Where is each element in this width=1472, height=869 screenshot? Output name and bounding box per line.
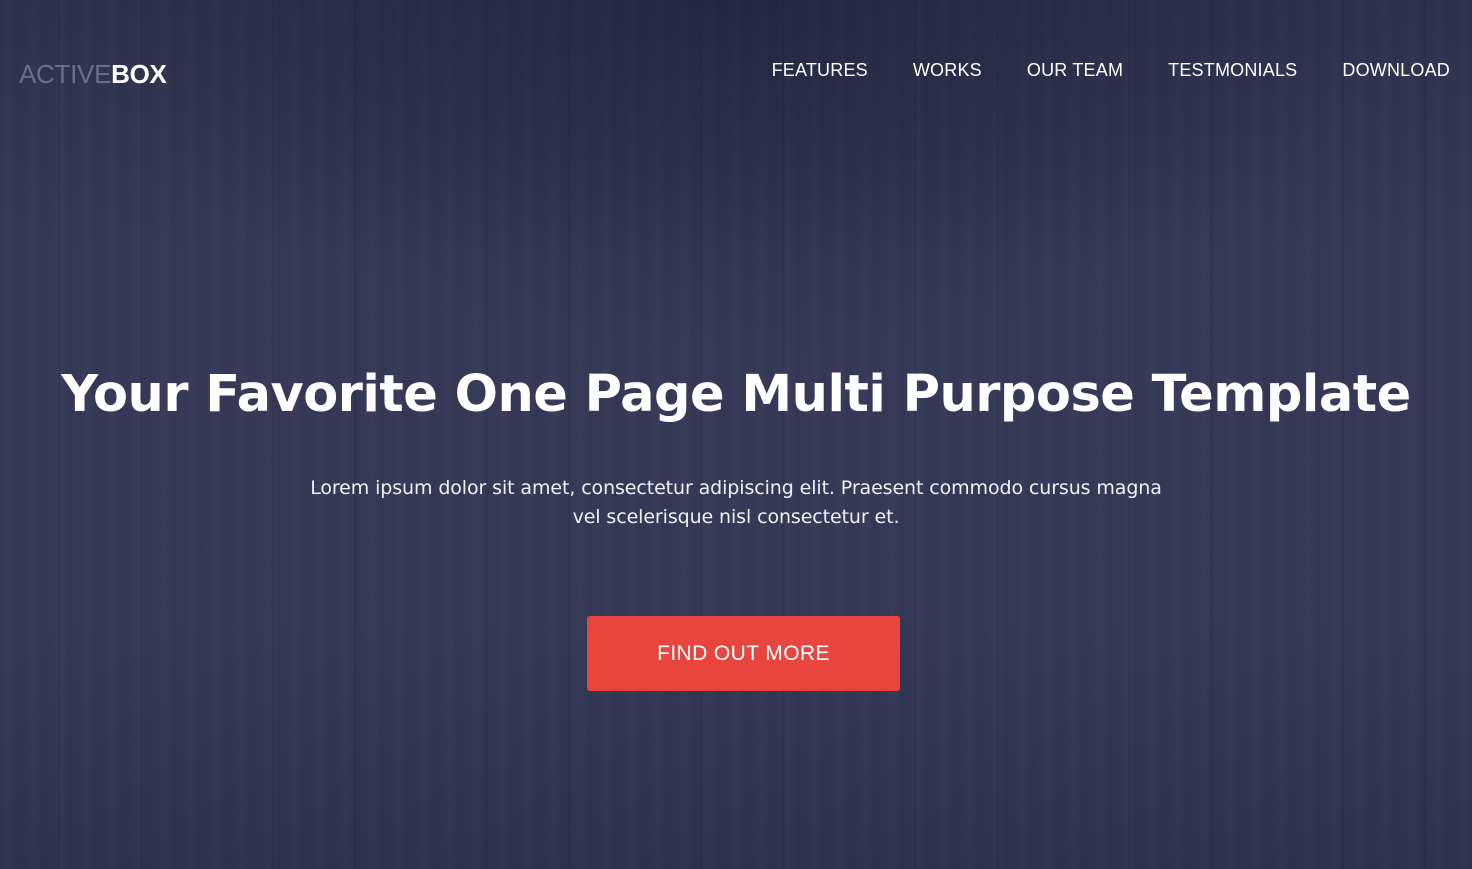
- hero-description: Lorem ipsum dolor sit amet, consectetur …: [236, 474, 1236, 532]
- nav-item-download[interactable]: DOWNLOAD: [1342, 58, 1450, 82]
- brand-logo[interactable]: ACTIVEBOX: [19, 58, 167, 90]
- brand-logo-bold-part: BOX: [111, 59, 167, 89]
- hero-section: ACTIVEBOX FEATURES WORKS OUR TEAM TESTMO…: [0, 0, 1472, 869]
- hero-description-line-1: Lorem ipsum dolor sit amet, consectetur …: [310, 477, 1162, 499]
- find-out-more-button[interactable]: FIND OUT MORE: [587, 616, 900, 691]
- brand-logo-light-part: ACTIVE: [19, 59, 112, 89]
- nav-item-works[interactable]: WORKS: [913, 58, 982, 82]
- hero-description-line-2: vel scelerisque nisl consectetur et.: [572, 506, 900, 528]
- nav-item-our-team[interactable]: OUR TEAM: [1027, 58, 1123, 82]
- hero-title: Your Favorite One Page Multi Purpose Tem…: [61, 365, 1411, 424]
- nav-item-features[interactable]: FEATURES: [772, 58, 868, 82]
- nav-item-testimonials[interactable]: TESTMONIALS: [1168, 58, 1297, 82]
- main-nav: FEATURES WORKS OUR TEAM TESTMONIALS DOWN…: [772, 58, 1450, 82]
